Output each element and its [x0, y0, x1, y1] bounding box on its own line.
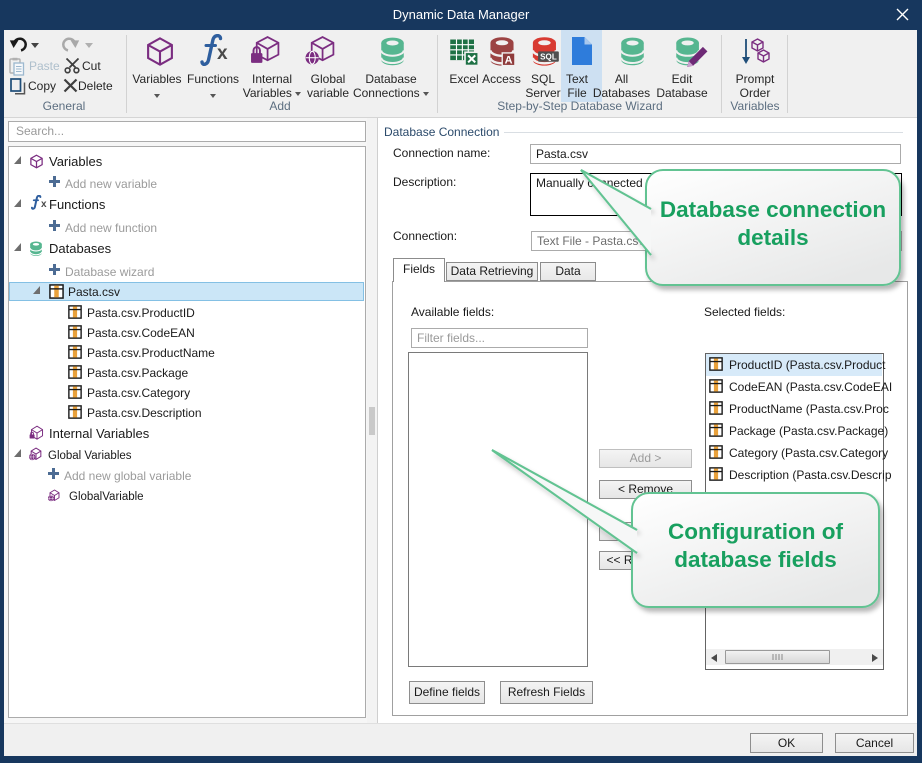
svg-text:A: A	[505, 55, 513, 67]
svg-text:SQL: SQL	[540, 53, 557, 62]
